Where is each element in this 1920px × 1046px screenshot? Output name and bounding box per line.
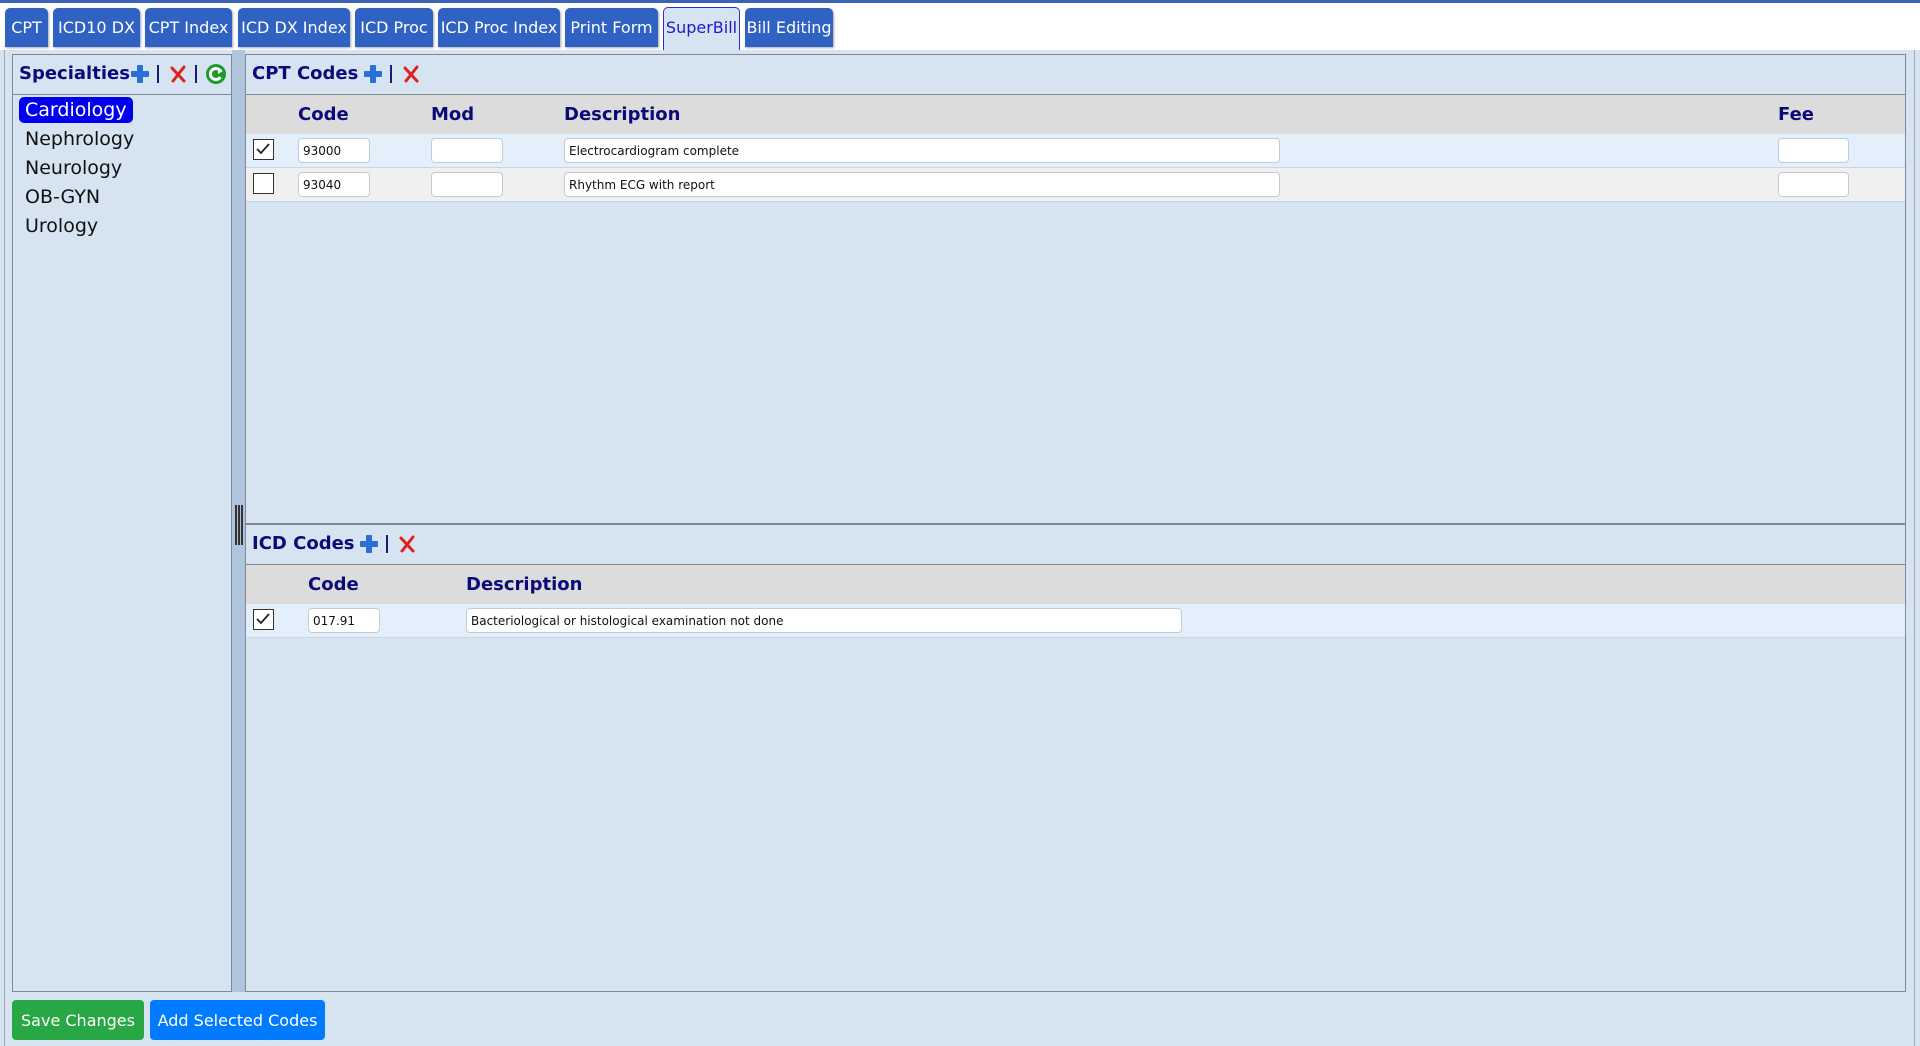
specialty-item-urology[interactable]: Urology bbox=[19, 213, 104, 239]
tab-bill-editing[interactable]: Bill Editing bbox=[745, 8, 833, 47]
separator bbox=[390, 65, 392, 83]
delete-icon[interactable] bbox=[168, 64, 188, 84]
separator bbox=[157, 65, 159, 83]
cpt-code-input[interactable] bbox=[298, 138, 370, 163]
tab-icd-proc-index[interactable]: ICD Proc Index bbox=[438, 8, 560, 47]
tab-superbill[interactable]: SuperBill bbox=[663, 7, 740, 50]
icd-codes-title: ICD Codes bbox=[252, 533, 355, 554]
column-header-description: Description bbox=[466, 574, 583, 595]
cpt-codes-title: CPT Codes bbox=[252, 63, 359, 84]
tab-icd10-dx[interactable]: ICD10 DX bbox=[53, 8, 140, 47]
save-changes-button[interactable]: Save Changes bbox=[12, 1000, 144, 1040]
column-header-code: Code bbox=[298, 104, 349, 125]
icd-codes-header: ICD Codes bbox=[246, 525, 1905, 565]
cpt-column-headers: Code Mod Description Fee bbox=[246, 95, 1905, 134]
cpt-description-input[interactable] bbox=[564, 138, 1280, 163]
tab-cpt-index[interactable]: CPT Index bbox=[145, 8, 232, 47]
cpt-fee-input[interactable] bbox=[1778, 138, 1849, 163]
cpt-code-input[interactable] bbox=[298, 172, 370, 197]
icd-table-row bbox=[246, 604, 1905, 638]
column-header-fee: Fee bbox=[1778, 104, 1814, 125]
add-icon[interactable] bbox=[359, 534, 379, 554]
cpt-codes-header: CPT Codes bbox=[246, 55, 1905, 95]
refresh-icon[interactable] bbox=[205, 63, 226, 84]
icd-column-headers: Code Description bbox=[246, 565, 1905, 604]
specialty-item-cardiology[interactable]: Cardiology bbox=[19, 97, 133, 123]
cpt-table-row bbox=[246, 168, 1905, 202]
column-header-code: Code bbox=[308, 574, 359, 595]
cpt-table-row bbox=[246, 134, 1905, 168]
tab-cpt[interactable]: CPT bbox=[5, 8, 48, 47]
cpt-fee-input[interactable] bbox=[1778, 172, 1849, 197]
specialty-item-nephrology[interactable]: Nephrology bbox=[19, 126, 140, 152]
row-checkbox[interactable] bbox=[253, 173, 274, 194]
row-checkbox[interactable] bbox=[253, 609, 274, 630]
add-icon[interactable] bbox=[363, 64, 383, 84]
row-checkbox[interactable] bbox=[253, 139, 274, 160]
cpt-mod-input[interactable] bbox=[431, 172, 503, 197]
tab-icd-proc[interactable]: ICD Proc bbox=[355, 8, 433, 47]
separator bbox=[386, 535, 388, 553]
column-header-description: Description bbox=[564, 104, 681, 125]
codes-panel: CPT Codes Code Mod Description Fee ICD C… bbox=[245, 54, 1906, 992]
cpt-description-input[interactable] bbox=[564, 172, 1280, 197]
specialty-item-neurology[interactable]: Neurology bbox=[19, 155, 128, 181]
delete-icon[interactable] bbox=[397, 534, 417, 554]
tab-print-form[interactable]: Print Form bbox=[565, 8, 658, 47]
specialty-item-ob-gyn[interactable]: OB-GYN bbox=[19, 184, 106, 210]
column-header-mod: Mod bbox=[431, 104, 475, 125]
icd-code-input[interactable] bbox=[308, 608, 380, 633]
specialties-header: Specialties bbox=[13, 55, 231, 95]
add-icon[interactable] bbox=[130, 64, 150, 84]
add-selected-codes-button[interactable]: Add Selected Codes bbox=[150, 1000, 325, 1040]
delete-icon[interactable] bbox=[401, 64, 421, 84]
separator bbox=[195, 65, 197, 83]
icd-description-input[interactable] bbox=[466, 608, 1182, 633]
tab-icd-dx-index[interactable]: ICD DX Index bbox=[238, 8, 350, 47]
specialties-title: Specialties bbox=[19, 63, 130, 84]
splitter-grip-icon[interactable] bbox=[235, 505, 243, 545]
specialties-panel: Specialties Cardiology Nephrology Neurol… bbox=[12, 54, 232, 992]
cpt-mod-input[interactable] bbox=[431, 138, 503, 163]
